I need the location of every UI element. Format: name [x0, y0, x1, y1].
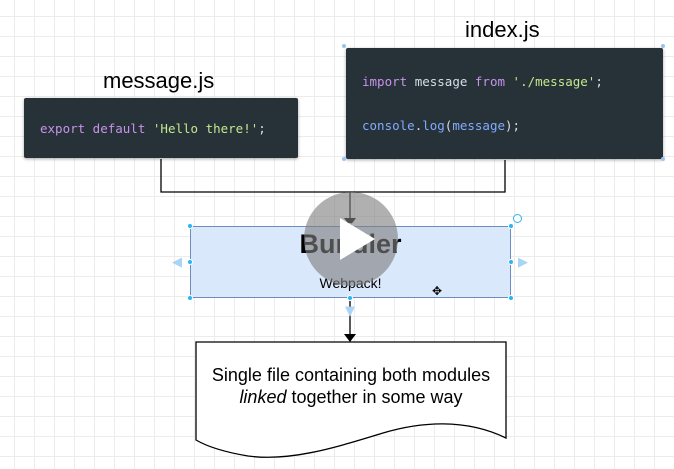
- code-punctuation: ;: [258, 121, 266, 136]
- rotate-handle-icon[interactable]: [513, 214, 522, 223]
- index-js-code-card[interactable]: import message from './message'; console…: [346, 48, 663, 159]
- message-js-code-card[interactable]: export default 'Hello there!';: [24, 98, 298, 158]
- code-keyword: import: [362, 74, 408, 89]
- index-js-title: index.js: [465, 17, 540, 42]
- resize-handle-left[interactable]: [187, 259, 193, 265]
- code-identifier: message: [414, 74, 468, 89]
- code-string: './message': [512, 74, 596, 89]
- code-keyword: export default: [40, 121, 146, 136]
- move-cursor-icon: ✥: [432, 284, 443, 298]
- code-keyword: from: [474, 74, 506, 89]
- index-card-corner-handle[interactable]: [661, 157, 665, 161]
- connect-arrow-left-icon[interactable]: ◀: [172, 256, 182, 269]
- index-card-corner-handle[interactable]: [342, 157, 346, 161]
- play-icon: [340, 218, 375, 260]
- connect-arrow-down-icon[interactable]: ▼: [345, 305, 355, 318]
- code-punctuation: ;: [595, 74, 603, 89]
- output-line-1: Single file containing both modules: [211, 365, 491, 385]
- index-card-corner-handle[interactable]: [661, 44, 665, 48]
- index-js-code-line-import: import message from './message';: [362, 74, 603, 89]
- resize-handle-bottom-left[interactable]: [187, 295, 193, 301]
- code-string: 'Hello there!': [152, 121, 259, 136]
- code-object: console: [362, 118, 415, 133]
- output-line-2-rest: together in some way: [286, 387, 463, 407]
- message-js-title: message.js: [103, 68, 215, 93]
- index-card-corner-handle[interactable]: [342, 44, 346, 48]
- output-document-text: Single file containing both modules linke…: [196, 364, 506, 408]
- message-js-code-line: export default 'Hello there!';: [40, 121, 266, 136]
- code-punctuation: );: [505, 118, 521, 133]
- connect-arrow-right-icon[interactable]: ▶: [518, 256, 528, 269]
- code-argument: message: [452, 118, 506, 133]
- arrowhead-into-output: [344, 334, 356, 342]
- code-function: log: [422, 118, 445, 133]
- play-button[interactable]: [304, 192, 398, 286]
- resize-handle-top-left[interactable]: [187, 223, 193, 229]
- resize-handle-right[interactable]: [508, 259, 514, 265]
- resize-handle-bottom[interactable]: [347, 295, 353, 301]
- resize-handle-bottom-right[interactable]: [508, 295, 514, 301]
- index-js-code-line-log: console.log(message);: [362, 118, 520, 133]
- connector-message-to-join: [160, 159, 350, 193]
- connector-index-to-join: [350, 160, 506, 193]
- output-emphasis: linked: [239, 387, 287, 407]
- resize-handle-top-right[interactable]: [508, 223, 514, 229]
